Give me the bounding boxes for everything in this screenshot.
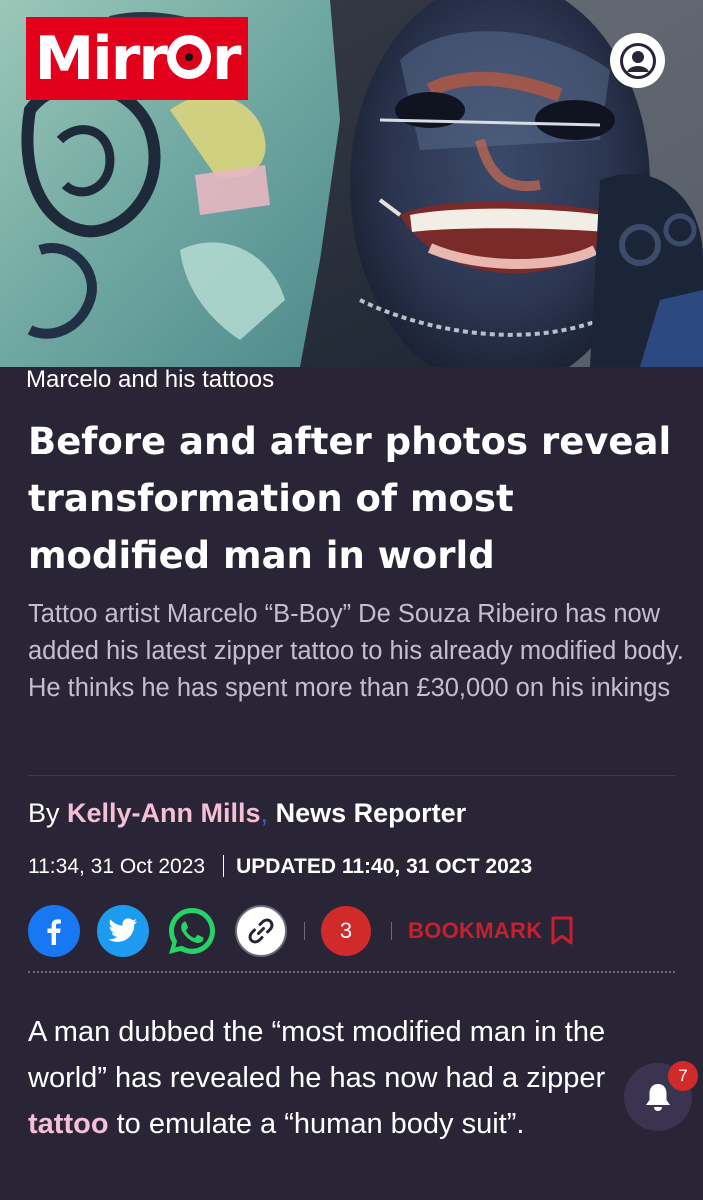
article-body-paragraph: A man dubbed the “most modified man in t… [28,1009,658,1147]
whatsapp-icon [169,908,215,954]
author-role: News Reporter [275,798,467,828]
divider-dotted [28,971,675,973]
updated-time: UPDATED 11:40, 31 OCT 2023 [236,855,533,878]
bookmark-button[interactable]: BOOKMARK [408,916,574,946]
paragraph-text: A man dubbed the “most modified man in t… [28,1016,606,1094]
notification-count-badge: 7 [668,1061,698,1091]
account-icon [619,42,656,79]
comment-count: 3 [339,918,353,943]
bell-icon [646,1084,670,1111]
tattoo-link[interactable]: tattoo [28,1108,109,1140]
share-whatsapp-button[interactable] [166,905,218,957]
author-link[interactable]: Kelly-Ann Mills [67,798,261,828]
notification-count: 7 [678,1066,688,1085]
share-separator [304,922,305,940]
image-caption: Marcelo and his tattoos [26,366,275,393]
share-facebook-button[interactable] [28,905,80,957]
facebook-icon [47,919,61,945]
divider [28,775,675,776]
bookmark-label: BOOKMARK [408,918,543,943]
account-button[interactable] [610,33,665,88]
author-separator: , [260,798,269,828]
twitter-icon [108,918,137,942]
hero-image: Mirr r [0,0,703,367]
share-bar: 3 BOOKMARK [28,905,574,957]
poppy-icon [166,34,211,79]
article-headline: Before and after photos reveal transform… [28,420,672,577]
paragraph-text: to emulate a “human body suit”. [108,1108,525,1140]
mirror-logo[interactable]: Mirr r [26,17,248,100]
logo-text-right: r [211,23,242,94]
dateline: 11:34, 31 Oct 2023 UPDATED 11:40, 31 OCT … [28,855,532,879]
dateline-separator [223,855,225,877]
logo-text-left: Mirr [34,23,167,94]
article-standfirst: Tattoo artist Marcelo “B-Boy” De Souza R… [28,600,684,702]
bookmark-icon [551,916,573,945]
comments-button[interactable]: 3 [321,906,371,956]
link-icon [248,918,274,944]
byline-prefix: By [28,798,68,828]
published-time: 11:34, 31 Oct 2023 [28,855,206,878]
byline: By Kelly-Ann Mills, News Reporter [28,798,466,829]
share-separator [391,922,392,940]
share-twitter-button[interactable] [97,905,149,957]
copy-link-button[interactable] [235,905,287,957]
